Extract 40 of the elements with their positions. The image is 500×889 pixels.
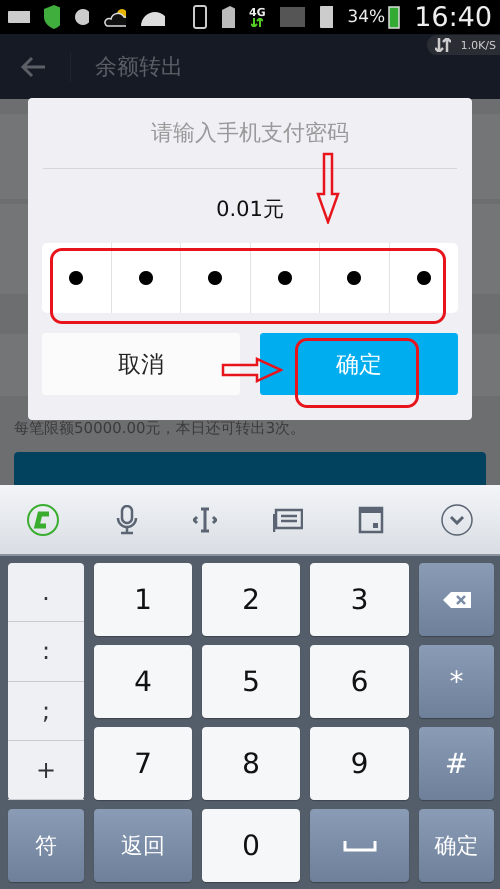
data-arrows-icon xyxy=(434,38,451,52)
symbol-key[interactable]: + xyxy=(8,740,84,800)
shield-icon xyxy=(44,5,60,30)
key[interactable]: 2 xyxy=(202,563,300,636)
amount: 0.01元 xyxy=(216,196,284,223)
right-arrow xyxy=(221,357,283,383)
back-icon[interactable] xyxy=(20,56,46,78)
microphone-icon[interactable] xyxy=(116,504,138,535)
key[interactable]: 8 xyxy=(202,727,300,800)
down-arrow xyxy=(316,152,340,224)
battery-percent: 34% xyxy=(347,7,386,28)
key[interactable]: 5 xyxy=(202,645,300,718)
password-field[interactable] xyxy=(42,243,458,313)
network-speed: 1.0K/S xyxy=(460,38,496,52)
space-icon xyxy=(342,840,376,852)
chevron-down-icon[interactable] xyxy=(440,502,474,537)
symbol-key[interactable]: . xyxy=(8,563,84,622)
cancel-button[interactable]: 取消 xyxy=(42,333,240,395)
data-arrows-icon xyxy=(251,18,264,28)
key[interactable]: 3 xyxy=(310,563,409,636)
sim-icon xyxy=(318,5,334,30)
network-type: 4G xyxy=(249,7,266,18)
phone-icon xyxy=(192,5,208,30)
backspace-icon xyxy=(442,590,472,608)
symbol-key[interactable]: ; xyxy=(8,682,84,741)
key[interactable]: 4 xyxy=(94,645,192,718)
window-icon[interactable] xyxy=(358,506,384,534)
symbol-key[interactable]: : xyxy=(8,622,84,682)
key[interactable]: 7 xyxy=(94,727,192,800)
weather-icon xyxy=(102,7,126,28)
battery-icon xyxy=(388,5,400,30)
clock: 16:40 xyxy=(414,2,492,33)
page-title: 余额转出 xyxy=(70,52,183,82)
backspace-key[interactable] xyxy=(419,563,494,636)
dialog-title: 请输入手机支付密码 xyxy=(151,120,349,148)
key[interactable]: 6 xyxy=(310,645,409,718)
key[interactable]: 1 xyxy=(94,563,192,636)
key[interactable]: 0 xyxy=(202,809,300,882)
cursor-icon[interactable] xyxy=(193,506,218,534)
key[interactable]: 9 xyxy=(310,727,409,800)
